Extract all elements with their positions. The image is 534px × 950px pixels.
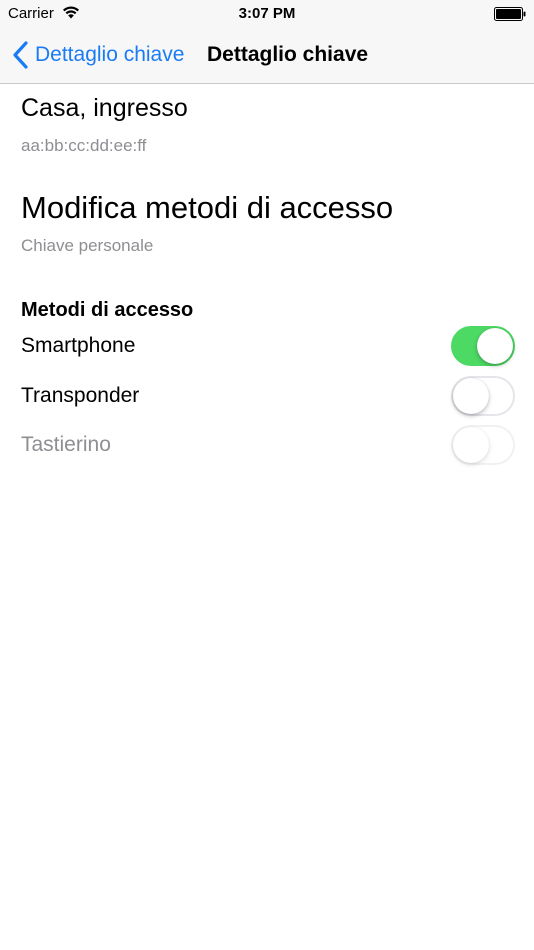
status-time: 3:07 PM <box>238 5 296 22</box>
tastierino-toggle <box>451 425 515 465</box>
method-row-tastierino: Tastierino <box>0 421 534 469</box>
toggle-knob <box>477 328 513 364</box>
status-bar: Carrier 3:07 PM <box>0 0 534 28</box>
smartphone-toggle[interactable] <box>451 326 515 366</box>
method-row-smartphone: Smartphone <box>0 322 534 370</box>
key-type: Chiave personale <box>21 236 154 255</box>
page-title: Dettaglio chiave <box>207 43 369 66</box>
method-label-transponder: Transponder <box>21 384 140 407</box>
edit-section-title: Modifica metodi di accesso <box>21 190 394 225</box>
toggle-knob <box>453 378 489 414</box>
key-name: Casa, ingresso <box>21 94 188 122</box>
chevron-left-icon <box>13 41 28 69</box>
battery-icon <box>494 7 526 21</box>
back-button-label: Dettaglio chiave <box>35 43 185 66</box>
back-button[interactable]: Dettaglio chiave <box>12 38 184 72</box>
toggle-knob <box>453 427 489 463</box>
method-row-transponder: Transponder <box>0 372 534 420</box>
key-address: aa:bb:cc:dd:ee:ff <box>21 136 147 155</box>
method-label-smartphone: Smartphone <box>21 334 136 357</box>
method-label-tastierino: Tastierino <box>21 433 111 456</box>
access-methods-header: Metodi di accesso <box>21 299 194 321</box>
transponder-toggle[interactable] <box>451 376 515 416</box>
navigation-bar: Dettaglio chiave Dettaglio chiave <box>0 28 534 84</box>
